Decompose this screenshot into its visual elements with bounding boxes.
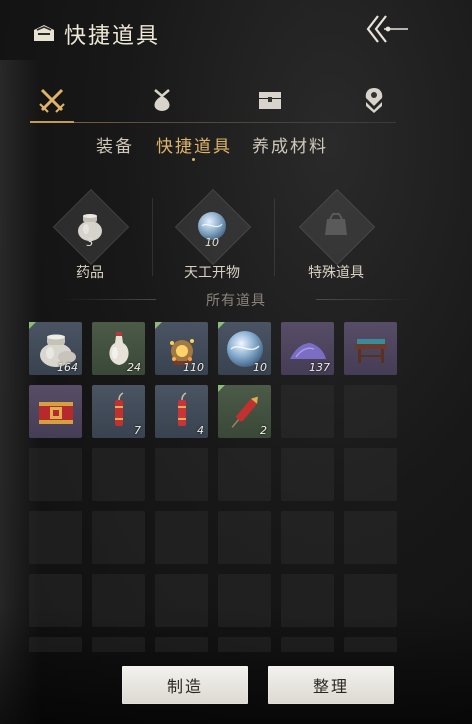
item-count: 110 xyxy=(183,361,204,374)
crossed-swords-icon xyxy=(38,86,66,118)
featured-medicine[interactable]: 3 药品 xyxy=(30,188,150,286)
item-slot[interactable]: 137 xyxy=(281,322,334,375)
item-count: 24 xyxy=(127,361,141,374)
category-divider xyxy=(30,122,396,123)
empty-slot xyxy=(344,511,397,564)
featured-crafting[interactable]: 10 天工开物 xyxy=(152,188,272,286)
empty-slot xyxy=(344,385,397,438)
back-button[interactable] xyxy=(364,12,412,46)
double-chevron-left-icon xyxy=(364,15,412,50)
tab-equipment[interactable]: 装备 xyxy=(96,132,134,157)
featured-count: 10 xyxy=(205,236,219,249)
empty-slot xyxy=(29,511,82,564)
inventory-bag-icon xyxy=(32,22,56,44)
craft-button[interactable]: 制造 xyxy=(122,666,248,704)
tab-chest-category[interactable] xyxy=(250,84,290,120)
empty-slot xyxy=(281,385,334,438)
empty-slot xyxy=(29,574,82,627)
category-active-indicator xyxy=(30,121,74,123)
item-count: 7 xyxy=(134,424,141,437)
empty-slot xyxy=(218,574,271,627)
empty-slot xyxy=(29,448,82,501)
featured-divider xyxy=(274,198,275,276)
empty-slot xyxy=(92,637,145,652)
empty-slot xyxy=(218,448,271,501)
empty-slot xyxy=(281,511,334,564)
item-slot[interactable] xyxy=(344,322,397,375)
empty-slot xyxy=(155,448,208,501)
special-item-icon xyxy=(312,202,360,250)
tab-quick-items[interactable]: 快捷道具 xyxy=(156,132,232,157)
item-slot[interactable]: 7 xyxy=(92,385,145,438)
featured-special[interactable]: 特殊道具 xyxy=(276,188,396,286)
item-count: 4 xyxy=(197,424,204,437)
empty-slot xyxy=(281,448,334,501)
empty-slot xyxy=(218,511,271,564)
page-title: 快捷道具 xyxy=(64,24,161,49)
empty-slot xyxy=(155,511,208,564)
empty-slot xyxy=(344,448,397,501)
active-tab-dot xyxy=(192,158,195,161)
chest-icon xyxy=(256,88,284,116)
empty-slot xyxy=(218,637,271,652)
empty-slot xyxy=(281,574,334,627)
category-tabs xyxy=(28,84,428,124)
pouch-icon xyxy=(149,86,175,118)
empty-slot xyxy=(281,637,334,652)
featured-label: 天工开物 xyxy=(184,265,240,281)
item-count: 10 xyxy=(253,361,267,374)
item-grid: 164 24 110 10 137 7 4 2 xyxy=(29,322,401,652)
section-divider-right xyxy=(316,299,412,300)
tab-growth-materials[interactable]: 养成材料 xyxy=(252,132,328,157)
empty-slot xyxy=(92,511,145,564)
table-icon xyxy=(344,322,397,375)
empty-slot xyxy=(155,574,208,627)
item-slot[interactable] xyxy=(29,385,82,438)
header: 快捷道具 xyxy=(0,0,472,64)
empty-slot xyxy=(92,574,145,627)
lucky-box-icon xyxy=(29,385,82,438)
empty-slot xyxy=(344,637,397,652)
featured-label: 特殊道具 xyxy=(308,265,364,281)
tab-pouch-category[interactable] xyxy=(142,84,182,120)
featured-count: 3 xyxy=(86,236,94,249)
item-count: 164 xyxy=(57,361,78,374)
sort-button[interactable]: 整理 xyxy=(268,666,394,704)
featured-label: 药品 xyxy=(76,265,104,281)
item-count: 2 xyxy=(260,424,267,437)
tab-equipment-category[interactable] xyxy=(32,84,72,120)
item-count: 137 xyxy=(309,361,330,374)
item-slot[interactable]: 24 xyxy=(92,322,145,375)
tab-map-category[interactable] xyxy=(354,84,394,120)
item-slot[interactable]: 2 xyxy=(218,385,271,438)
item-slot[interactable]: 164 xyxy=(29,322,82,375)
map-pin-icon xyxy=(362,86,386,118)
item-slot[interactable]: 4 xyxy=(155,385,208,438)
empty-slot xyxy=(92,448,145,501)
section-title: 所有道具 xyxy=(206,293,266,309)
empty-slot xyxy=(344,574,397,627)
item-slot[interactable]: 110 xyxy=(155,322,208,375)
empty-slot xyxy=(155,637,208,652)
empty-slot xyxy=(29,637,82,652)
item-slot[interactable]: 10 xyxy=(218,322,271,375)
